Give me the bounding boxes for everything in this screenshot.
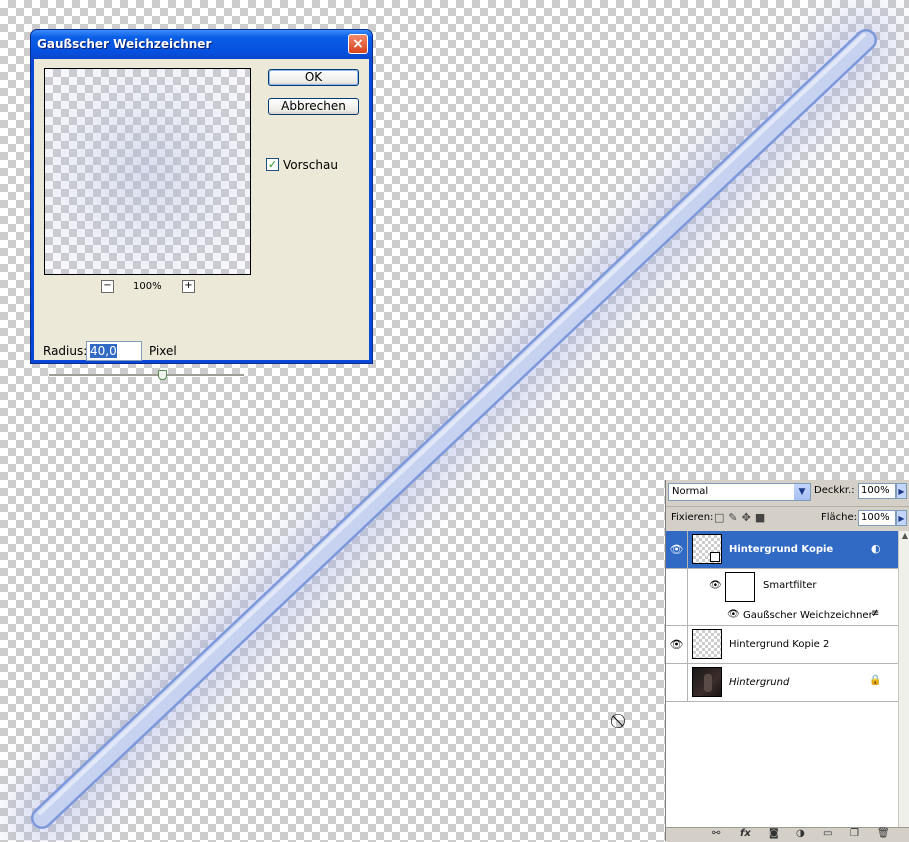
eye-cell-empty — [666, 606, 688, 625]
filter-preview[interactable] — [44, 68, 251, 275]
eye-icon[interactable]: 👁 — [666, 531, 688, 568]
radius-value: 40,0 — [90, 344, 117, 358]
zoom-in-button[interactable]: + — [182, 280, 195, 293]
minus-icon: − — [103, 280, 112, 291]
plus-icon: + — [184, 280, 193, 291]
radius-input[interactable]: 40,0 — [86, 341, 142, 361]
scroll-up-icon[interactable]: ▲ — [899, 531, 909, 545]
layer-name[interactable]: Hintergrund Kopie 2 — [729, 639, 829, 650]
panel-lock-row: Fixieren: □✎✥■ Fläche: 100% ▶ — [666, 506, 909, 531]
layer-name[interactable]: Hintergrund — [729, 677, 789, 688]
radius-slider-track[interactable] — [49, 374, 244, 377]
eye-icon[interactable]: 👁 — [666, 626, 688, 663]
layer-thumbnail[interactable] — [692, 629, 722, 659]
preview-checkbox[interactable]: ✓ — [266, 158, 279, 171]
lock-label: Fixieren: — [671, 512, 714, 523]
panel-bottom-toolbar: ⚯ fx ◙ ◑ ▭ ❐ 🗑 — [666, 827, 909, 842]
blend-mode-select[interactable]: Normal ▼ — [668, 483, 811, 501]
zoom-level: 100% — [133, 281, 162, 292]
eye-icon[interactable]: 👁 — [709, 580, 722, 591]
zoom-out-button[interactable]: − — [101, 280, 114, 293]
checkmark-icon: ✓ — [267, 158, 278, 171]
layer-thumbnail[interactable] — [692, 667, 722, 697]
layer-name[interactable]: Smartfilter — [763, 580, 817, 591]
lock-all-icon[interactable]: ■ — [755, 511, 769, 524]
fill-input[interactable]: 100% — [858, 510, 896, 526]
new-group-icon[interactable]: ▭ — [823, 828, 832, 839]
close-icon: × — [352, 36, 364, 52]
blend-mode-value: Normal — [672, 486, 709, 497]
gaussian-blur-dialog: Gaußscher Weichzeichner × − 100% + OK Ab… — [30, 29, 373, 380]
blending-options-icon[interactable]: ≢ — [871, 608, 879, 619]
layer-name[interactable]: Gaußscher Weichzeichner — [743, 610, 873, 621]
layer-row-gaussian-blur-filter[interactable]: 👁 Gaußscher Weichzeichner ≢ — [666, 606, 898, 626]
ok-button[interactable]: OK — [268, 69, 359, 86]
lock-icons[interactable]: □✎✥■ — [714, 511, 769, 524]
opacity-label: Deckkr.: — [814, 485, 855, 496]
fill-arrow-icon[interactable]: ▶ — [896, 510, 907, 526]
adjustment-layer-icon[interactable]: ◑ — [796, 828, 805, 839]
filter-mask-thumbnail[interactable] — [725, 572, 755, 602]
figure-silhouette — [704, 674, 712, 692]
layer-thumbnail[interactable] — [692, 534, 722, 564]
layer-row-hintergrund[interactable]: Hintergrund 🔒 — [666, 664, 898, 702]
eye-cell-empty — [666, 569, 688, 606]
layer-row-hintergrund-kopie[interactable]: 👁 Hintergrund Kopie ◐ — [666, 531, 898, 569]
lock-move-icon[interactable]: ✥ — [742, 511, 755, 524]
visibility-toggle-empty[interactable] — [666, 664, 688, 701]
close-button[interactable]: × — [348, 34, 368, 54]
cancel-button[interactable]: Abbrechen — [268, 98, 359, 115]
preview-checkbox-label: Vorschau — [283, 158, 338, 172]
dialog-title: Gaußscher Weichzeichner — [37, 37, 212, 51]
layer-mask-icon[interactable]: ◙ — [769, 828, 779, 839]
opacity-input[interactable]: 100% — [858, 483, 896, 499]
layer-row-hintergrund-kopie-2[interactable]: 👁 Hintergrund Kopie 2 — [666, 626, 898, 664]
dialog-client: − 100% + OK Abbrechen ✓ Vorschau Radius:… — [34, 59, 369, 380]
radius-slider-thumb[interactable] — [158, 370, 168, 380]
filter-options-icon[interactable]: ◐ — [871, 542, 881, 555]
fill-label: Fläche: — [821, 512, 858, 523]
radius-label: Radius: — [43, 344, 88, 358]
trash-icon[interactable]: 🗑 — [877, 828, 890, 839]
lock-transparency-icon[interactable]: □ — [714, 511, 728, 524]
layer-row-smartfilter[interactable]: 👁 Smartfilter — [666, 569, 898, 606]
layer-list-scrollbar[interactable]: ▲ — [898, 531, 909, 827]
layer-name[interactable]: Hintergrund Kopie — [729, 544, 833, 555]
layer-style-icon[interactable]: fx — [740, 828, 751, 839]
lock-paint-icon[interactable]: ✎ — [728, 511, 741, 524]
chevron-down-icon[interactable]: ▼ — [794, 484, 810, 500]
panel-blend-row: Normal ▼ Deckkr.: 100% ▶ — [666, 480, 909, 506]
layer-list: 👁 Hintergrund Kopie ◐ 👁 Smartfilter 👁 Ga… — [666, 531, 898, 827]
eye-icon[interactable]: 👁 — [727, 609, 740, 620]
dialog-titlebar[interactable]: Gaußscher Weichzeichner × — [31, 30, 372, 59]
link-layers-icon[interactable]: ⚯ — [712, 828, 720, 839]
opacity-arrow-icon[interactable]: ▶ — [896, 483, 907, 499]
smart-object-icon — [710, 552, 720, 562]
lock-icon: 🔒 — [869, 675, 882, 686]
new-layer-icon[interactable]: ❐ — [850, 828, 859, 839]
layers-panel: Normal ▼ Deckkr.: 100% ▶ Fixieren: □✎✥■ … — [665, 480, 909, 842]
radius-unit: Pixel — [149, 344, 177, 358]
